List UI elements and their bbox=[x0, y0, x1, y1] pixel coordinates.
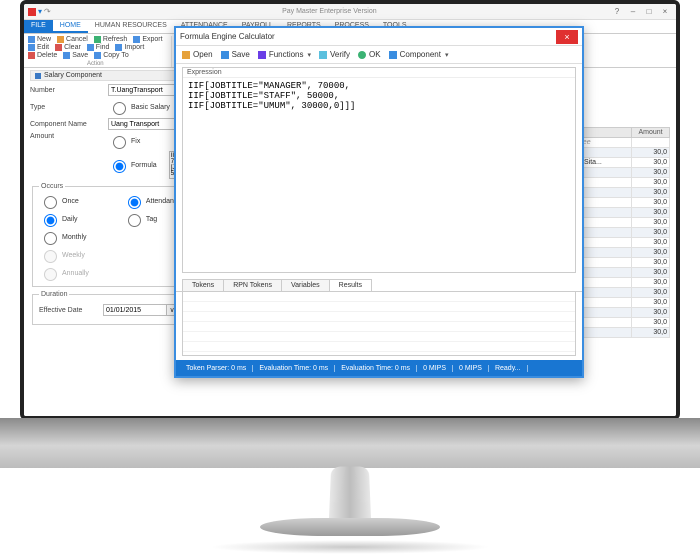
occurs-legend: Occurs bbox=[39, 183, 65, 190]
formula-engine-dialog: Formula Engine Calculator × Open Save Fu… bbox=[174, 26, 584, 378]
monitor-stand bbox=[300, 452, 400, 532]
ribbon-import[interactable]: Import bbox=[115, 44, 144, 51]
tab-home[interactable]: HOME bbox=[53, 20, 88, 33]
dialog-component-button[interactable]: Component bbox=[389, 50, 449, 59]
ribbon-edit[interactable]: Edit bbox=[28, 44, 49, 51]
type-basic-radio[interactable]: Basic Salary bbox=[108, 99, 170, 115]
occurs-once-radio[interactable]: Once bbox=[39, 193, 89, 209]
ribbon-clear[interactable]: Clear bbox=[55, 44, 81, 51]
occurs-weekly-radio[interactable]: Weekly bbox=[39, 247, 89, 263]
effective-date-label: Effective Date bbox=[39, 307, 103, 314]
amount-formula-radio[interactable]: Formula bbox=[108, 151, 157, 179]
dialog-open-button[interactable]: Open bbox=[182, 50, 213, 59]
result-tabstrip: Tokens RPN Tokens Variables Results bbox=[176, 276, 582, 292]
occurs-daily-radio[interactable]: Daily bbox=[39, 211, 89, 227]
dialog-save-button[interactable]: Save bbox=[221, 50, 250, 59]
amount-label: Amount bbox=[30, 133, 108, 140]
tab-variables[interactable]: Variables bbox=[281, 279, 330, 291]
ribbon-delete[interactable]: Delete bbox=[28, 52, 57, 59]
status-eval1: Evaluation Time: 0 ms bbox=[253, 365, 335, 372]
fx-icon bbox=[258, 51, 266, 59]
tab-tokens[interactable]: Tokens bbox=[182, 279, 224, 291]
status-ready: Ready... bbox=[489, 365, 528, 372]
component-icon bbox=[389, 51, 397, 59]
ribbon-new[interactable]: New bbox=[28, 36, 51, 43]
section-header-label: Salary Component bbox=[44, 72, 102, 79]
dialog-verify-button[interactable]: Verify bbox=[319, 50, 350, 59]
expression-groupbox: Expression IIF[JOBTITLE="MANAGER", 70000… bbox=[182, 67, 576, 273]
component-name-label: Component Name bbox=[30, 121, 108, 128]
ribbon-cancel[interactable]: Cancel bbox=[57, 36, 88, 43]
dialog-functions-button[interactable]: Functions bbox=[258, 50, 311, 59]
effective-date-field[interactable] bbox=[103, 304, 167, 316]
status-mips2: 0 MIPS bbox=[453, 365, 489, 372]
verify-icon bbox=[319, 51, 327, 59]
app-titlebar: ▾ ↷ Pay Master Enterprise Version ? – □ … bbox=[24, 4, 676, 20]
status-tokenparser: Token Parser: 0 ms bbox=[180, 365, 253, 372]
occurs-monthly-radio[interactable]: Monthly bbox=[39, 229, 89, 245]
quick-icon-1[interactable]: ▾ bbox=[38, 7, 42, 16]
ribbon-group-caption: Action bbox=[28, 61, 163, 67]
tab-rpn-tokens[interactable]: RPN Tokens bbox=[223, 279, 282, 291]
results-grid[interactable] bbox=[182, 292, 576, 356]
number-label: Number bbox=[30, 87, 108, 94]
ribbon-copy-to[interactable]: Copy To bbox=[94, 52, 129, 59]
tab-file[interactable]: FILE bbox=[24, 20, 53, 33]
expression-caption: Expression bbox=[183, 68, 575, 78]
dialog-titlebar: Formula Engine Calculator × bbox=[176, 28, 582, 46]
quick-icon-2[interactable]: ↷ bbox=[44, 7, 51, 16]
help-button[interactable]: ? bbox=[610, 7, 624, 17]
col-amount[interactable]: Amount bbox=[632, 128, 670, 138]
occurs-annually-radio[interactable]: Annually bbox=[39, 265, 89, 281]
ribbon-find[interactable]: Find bbox=[87, 44, 110, 51]
ribbon-group-action: New Cancel Refresh Export Edit Clear Fin… bbox=[28, 36, 172, 67]
minimize-button[interactable]: – bbox=[626, 7, 640, 17]
status-eval2: Evaluation Time: 0 ms bbox=[335, 365, 417, 372]
type-label: Type bbox=[30, 104, 108, 111]
expression-editor[interactable]: IIF[JOBTITLE="MANAGER", 70000, IIF[JOBTI… bbox=[183, 78, 575, 272]
tab-results[interactable]: Results bbox=[329, 279, 372, 291]
save-icon bbox=[221, 51, 229, 59]
dialog-toolbar: Open Save Functions Verify OK Component bbox=[176, 46, 582, 64]
status-mips1: 0 MIPS bbox=[417, 365, 453, 372]
dialog-ok-button[interactable]: OK bbox=[358, 50, 381, 59]
ok-icon bbox=[358, 51, 366, 59]
dialog-statusbar: Token Parser: 0 ms Evaluation Time: 0 ms… bbox=[176, 360, 582, 376]
duration-legend: Duration bbox=[39, 291, 69, 298]
open-icon bbox=[182, 51, 190, 59]
monitor-shadow bbox=[210, 540, 490, 554]
close-button[interactable]: × bbox=[658, 7, 672, 17]
ribbon-refresh[interactable]: Refresh bbox=[94, 36, 128, 43]
tab-human-resources[interactable]: HUMAN RESOURCES bbox=[88, 20, 174, 33]
ribbon-save[interactable]: Save bbox=[63, 52, 88, 59]
dialog-close-button[interactable]: × bbox=[556, 30, 578, 44]
app-icon bbox=[28, 8, 36, 16]
maximize-button[interactable]: □ bbox=[642, 7, 656, 17]
app-title: Pay Master Enterprise Version bbox=[51, 8, 608, 15]
ribbon-export[interactable]: Export bbox=[133, 36, 162, 43]
dialog-title: Formula Engine Calculator bbox=[180, 32, 556, 41]
